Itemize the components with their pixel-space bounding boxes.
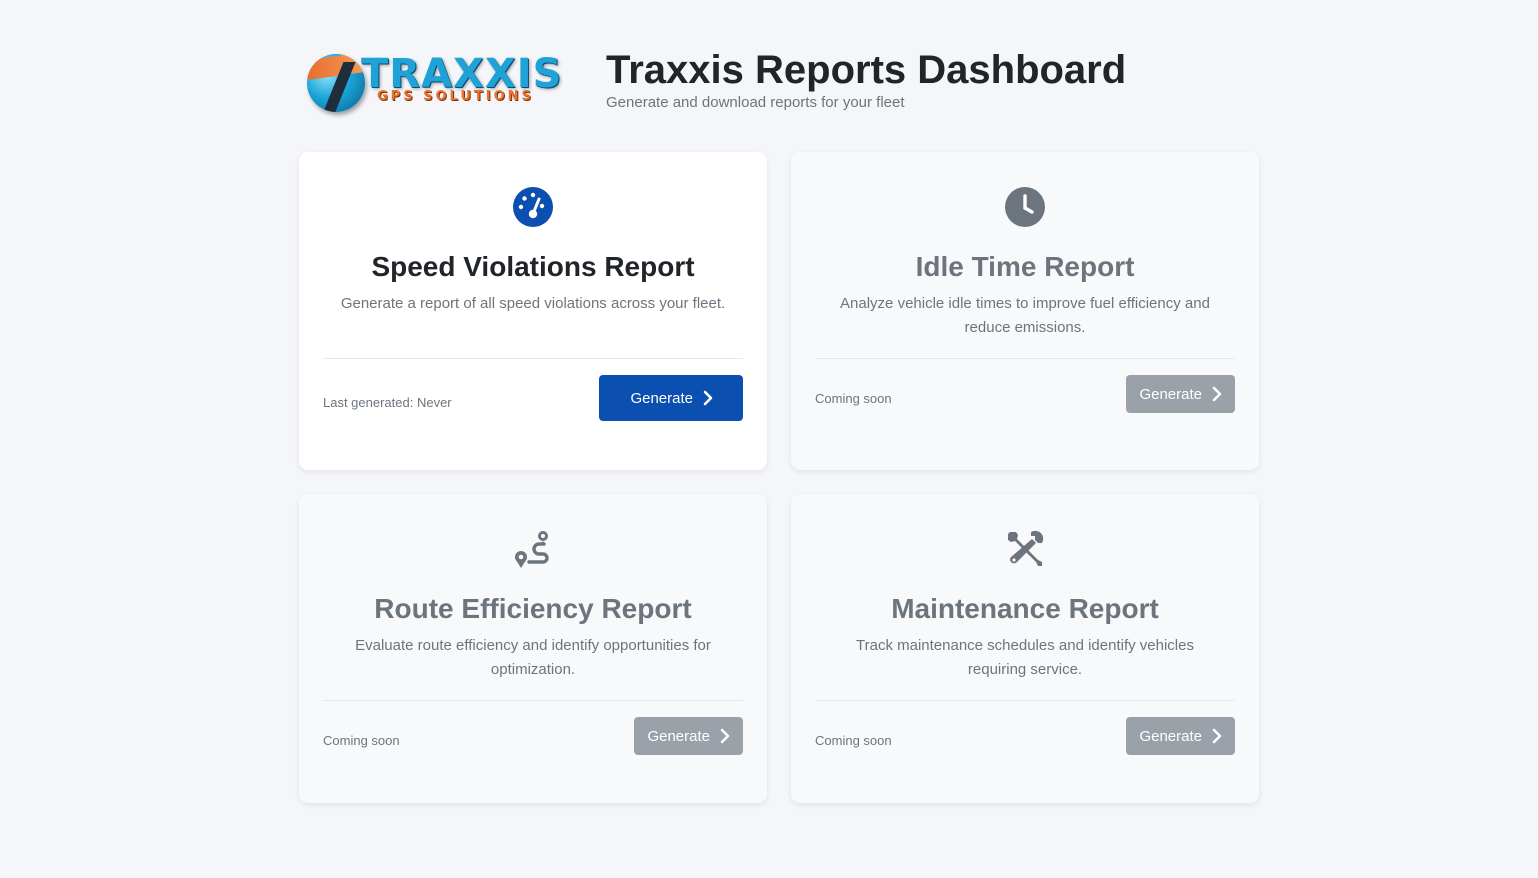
card-description: Track maintenance schedules and identify… (856, 637, 1194, 678)
card-title: Idle Time Report (915, 251, 1135, 282)
generate-route-efficiency-button[interactable]: Generate (634, 717, 743, 755)
button-label: Generate (630, 389, 693, 407)
generate-idle-time-button[interactable]: Generate (1126, 375, 1235, 413)
card-title: Speed Violations Report (371, 251, 695, 282)
card-title: Route Efficiency Report (374, 593, 692, 624)
report-card-idle-time: Idle Time Report Analyze vehicle idle ti… (791, 152, 1259, 470)
card-description: Analyze vehicle idle times to improve fu… (840, 295, 1210, 336)
generate-maintenance-button[interactable]: Generate (1126, 717, 1235, 755)
card-footer: Coming soon Generate (815, 700, 1235, 755)
page-header: TRAXXIS GPS SOLUTIONS Traxxis Reports Da… (299, 38, 1259, 120)
title-block: Traxxis Reports Dashboard Generate and d… (606, 48, 1126, 111)
card-description: Generate a report of all speed violation… (340, 295, 726, 312)
route-icon (515, 531, 549, 568)
card-status: Coming soon (815, 733, 892, 748)
button-label: Generate (647, 727, 710, 745)
card-status: Coming soon (323, 733, 400, 748)
clock-icon (1005, 187, 1045, 227)
card-description: Evaluate route efficiency and identify o… (355, 637, 711, 678)
tools-icon (1008, 530, 1044, 566)
traxxis-logo: TRAXXIS GPS SOLUTIONS (299, 38, 579, 120)
card-status: Coming soon (815, 391, 892, 406)
page-subtitle: Generate and download reports for your f… (606, 93, 905, 111)
button-label: Generate (1139, 727, 1202, 745)
card-footer: Coming soon Generate (323, 700, 743, 755)
chevron-right-icon (703, 390, 713, 406)
reports-grid: Speed Violations Report Generate a repor… (299, 152, 1259, 803)
generate-speed-violations-button[interactable]: Generate (599, 375, 743, 421)
button-label: Generate (1139, 385, 1202, 403)
card-title: Maintenance Report (891, 593, 1159, 624)
card-footer: Last generated: Never Generate (323, 358, 743, 421)
chevron-right-icon (1212, 386, 1222, 402)
logo-globe-icon (307, 54, 365, 112)
page-title: Traxxis Reports Dashboard (606, 47, 1127, 92)
card-status: Last generated: Never (323, 395, 452, 410)
report-card-route-efficiency: Route Efficiency Report Evaluate route e… (299, 494, 767, 803)
logo-tagline-text: GPS SOLUTIONS (377, 89, 534, 104)
speedometer-icon (513, 187, 553, 227)
report-card-maintenance: Maintenance Report Track maintenance sch… (791, 494, 1259, 803)
chevron-right-icon (1212, 728, 1222, 744)
card-footer: Coming soon Generate (815, 358, 1235, 413)
chevron-right-icon (720, 728, 730, 744)
logo-brand-text: TRAXXIS (361, 51, 563, 97)
report-card-speed-violations: Speed Violations Report Generate a repor… (299, 152, 767, 470)
